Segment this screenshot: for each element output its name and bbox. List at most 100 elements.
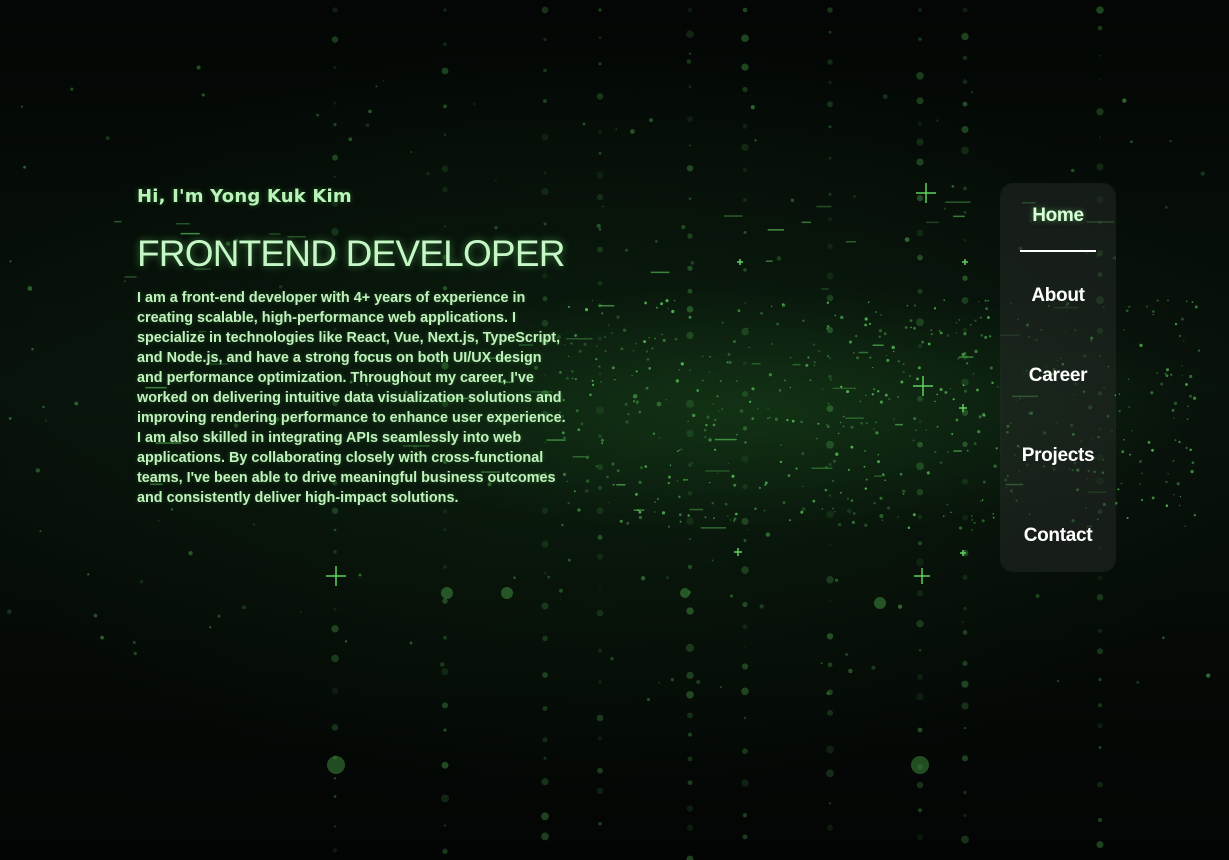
nav-about-link[interactable]: About (1001, 285, 1115, 307)
particle-dot (443, 728, 447, 732)
particle-dot (828, 192, 832, 196)
particle-dot (598, 8, 602, 12)
particle-dot (614, 378, 616, 381)
particle-dot (601, 442, 604, 445)
particle-dot (1139, 343, 1143, 348)
particle-dot (742, 624, 748, 630)
particle-dot (826, 327, 834, 334)
particle-dot (333, 777, 337, 780)
particle-dot (1117, 488, 1120, 491)
particle-dot (687, 491, 693, 496)
particle-dot (1125, 309, 1129, 313)
particle-dot (687, 116, 693, 123)
particle-dot (627, 413, 630, 416)
particle-dot (123, 280, 126, 283)
particle-dot (828, 802, 832, 805)
particle-dot (714, 448, 717, 451)
nav-projects-link[interactable]: Projects (1001, 445, 1115, 467)
particle-dot (1189, 394, 1192, 398)
plus-marker (921, 568, 923, 584)
particle-dot (916, 72, 924, 80)
particle-dot (805, 363, 809, 367)
nav-home-label: Home (1032, 205, 1084, 226)
greeting-text: Hi, I'm Yong Kuk Kim (137, 186, 352, 207)
particle-dot (918, 366, 922, 369)
particle-dot (850, 445, 854, 449)
particle-dot (331, 36, 339, 43)
particle-dot (943, 207, 946, 210)
nav-projects-label: Projects (1021, 445, 1095, 466)
particle-dot (598, 228, 602, 231)
glow-dot (327, 756, 345, 774)
particle-dot (23, 165, 27, 169)
particle-dot (541, 540, 549, 548)
particle-dot (963, 727, 967, 730)
particle-dot (577, 428, 581, 432)
particle-dot (1190, 469, 1194, 474)
particle-dot (1194, 305, 1198, 309)
particle-dot (961, 755, 969, 762)
particle-dot (913, 417, 917, 421)
particle-dot (1122, 98, 1127, 103)
particle-dot (574, 334, 577, 337)
particle-dot (916, 488, 924, 496)
particle-dot (717, 472, 719, 475)
particle-dot (638, 515, 643, 520)
particle-dot (925, 429, 927, 431)
particle-dot (963, 790, 967, 795)
particle-dot (795, 467, 798, 470)
particle-dot (1128, 306, 1131, 308)
particle-dot (632, 400, 636, 403)
particle-dot (779, 460, 783, 464)
nav-career-link[interactable]: Career (1001, 365, 1115, 387)
particle-dot (916, 318, 924, 327)
particle-dot (976, 388, 979, 392)
particle-dot (742, 361, 748, 366)
particle-dot (655, 306, 659, 309)
particle-dot (989, 366, 993, 370)
particle-dot (714, 418, 717, 422)
particle-dot (658, 436, 661, 439)
particle-dot (598, 585, 602, 588)
particle-dot (727, 462, 729, 465)
particle-dot (680, 448, 683, 451)
particle-dot (691, 462, 693, 464)
particle-dot (962, 55, 968, 61)
code-dash (598, 305, 615, 307)
particle-dot (646, 358, 650, 361)
particle-dot (333, 825, 337, 828)
particle-dot (743, 301, 747, 305)
particle-dot (767, 407, 769, 410)
particle-dot (873, 502, 876, 505)
particle-dot (917, 727, 923, 733)
particle-dot (42, 405, 45, 409)
particle-dot (751, 387, 755, 391)
particle-dot (727, 352, 731, 356)
particle-dot (443, 8, 447, 12)
particle-dot (848, 668, 853, 674)
nav-contact-link[interactable]: Contact (1001, 525, 1115, 547)
particle-dot (597, 280, 603, 286)
particle-dot (580, 422, 584, 425)
particle-dot (711, 559, 714, 562)
particle-dot (686, 643, 694, 652)
particle-dot (971, 515, 973, 517)
particle-dot (1187, 405, 1189, 407)
particle-dot (902, 370, 905, 374)
particle-dot (933, 307, 937, 310)
nav-home-link[interactable]: Home (1001, 205, 1115, 252)
particle-dot (1186, 418, 1189, 421)
particle-dot (735, 512, 738, 516)
nav-about-label: About (1031, 285, 1085, 306)
particle-dot (597, 736, 603, 741)
particle-dot (987, 316, 990, 319)
particle-dot (883, 474, 885, 477)
particle-dot (1160, 382, 1164, 386)
code-dash (874, 475, 883, 477)
particle-dot (596, 194, 604, 201)
code-dash (689, 508, 704, 511)
particle-dot (1173, 493, 1175, 496)
particle-dot (542, 705, 548, 711)
particle-dot (991, 381, 994, 385)
particle-dot (951, 432, 954, 436)
